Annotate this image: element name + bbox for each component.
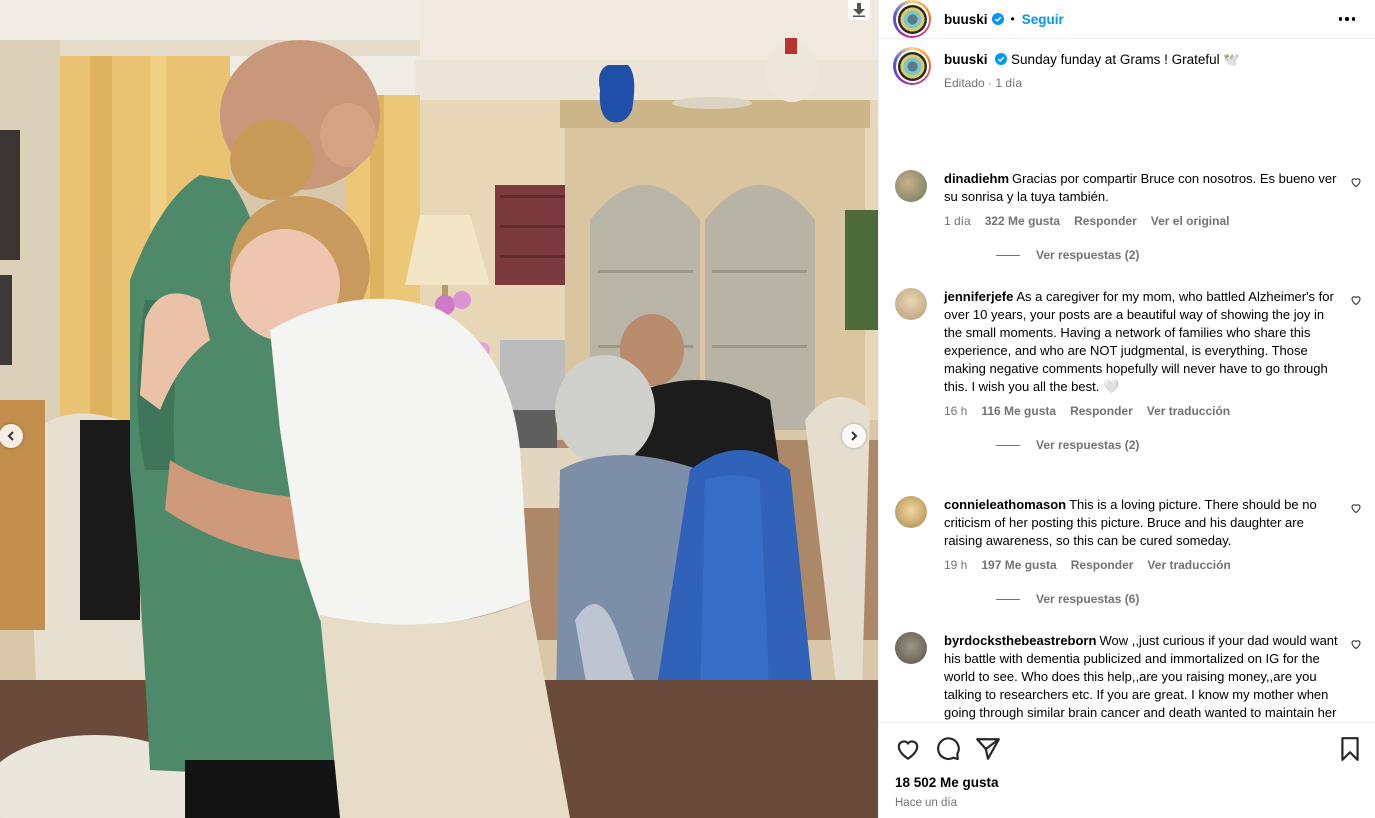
more-dots-icon bbox=[1338, 17, 1342, 21]
commenter-avatar[interactable] bbox=[895, 288, 927, 320]
separator-dot: • bbox=[1010, 12, 1015, 26]
post-footer: 18 502 Me gusta Hace un día bbox=[879, 722, 1375, 818]
post-header: buuski • Seguir bbox=[879, 0, 1375, 38]
comment-likes[interactable]: 322 Me gusta bbox=[985, 214, 1060, 228]
chevron-left-icon bbox=[7, 431, 14, 441]
comment-time[interactable]: 19 h bbox=[944, 558, 967, 572]
previous-photo-button[interactable] bbox=[0, 424, 23, 448]
caption-username[interactable]: buuski bbox=[944, 52, 988, 67]
caption-author-avatar[interactable] bbox=[893, 47, 931, 85]
heart-icon[interactable] bbox=[1350, 638, 1362, 650]
comment-icon[interactable] bbox=[935, 736, 961, 762]
post-details-panel: buuski • Seguir buuski Sunday funday at … bbox=[878, 0, 1375, 818]
see-original-button[interactable]: Ver el original bbox=[1151, 214, 1230, 228]
post-photo bbox=[0, 0, 878, 818]
author-username[interactable]: buuski bbox=[944, 12, 988, 27]
view-replies-button[interactable]: Ver respuestas (6) bbox=[996, 592, 1342, 606]
caption-text: Sunday funday at Grams ! Grateful 🕊️ bbox=[1011, 52, 1241, 67]
commenter-avatar[interactable] bbox=[895, 170, 927, 202]
follow-button[interactable]: Seguir bbox=[1022, 12, 1064, 27]
commenter-username[interactable]: connieleathomason bbox=[944, 497, 1066, 512]
heart-icon[interactable] bbox=[895, 736, 921, 762]
author-avatar[interactable] bbox=[893, 0, 931, 38]
commenter-username[interactable]: dinadiehm bbox=[944, 171, 1009, 186]
comments-scroll-area[interactable]: buuski Sunday funday at Grams ! Grateful… bbox=[879, 38, 1375, 722]
family-hug-photo bbox=[0, 0, 878, 818]
verified-badge-icon bbox=[991, 13, 1004, 25]
commenter-username[interactable]: byrdocksthebeastreborn bbox=[944, 633, 1096, 648]
bookmark-icon[interactable] bbox=[1337, 736, 1363, 762]
commenter-avatar[interactable] bbox=[895, 496, 927, 528]
see-translation-button[interactable]: Ver traducción bbox=[1147, 558, 1230, 572]
commenter-username[interactable]: jenniferjefe bbox=[944, 289, 1013, 304]
heart-icon[interactable] bbox=[1350, 502, 1362, 514]
commenter-avatar[interactable] bbox=[895, 632, 927, 664]
reply-button[interactable]: Responder bbox=[1071, 558, 1134, 572]
more-options-button[interactable] bbox=[1335, 13, 1360, 25]
verified-badge-icon bbox=[995, 53, 1008, 65]
post-timestamp[interactable]: Hace un día bbox=[895, 797, 1359, 809]
view-replies-button[interactable]: Ver respuestas (2) bbox=[996, 438, 1342, 452]
heart-icon[interactable] bbox=[1350, 176, 1362, 188]
caption-meta: Editado · 1 día bbox=[944, 76, 1023, 90]
comment: jenniferjefe As a caregiver for my mom, w… bbox=[895, 288, 1375, 452]
comment-likes[interactable]: 116 Me gusta bbox=[981, 404, 1056, 418]
reply-button[interactable]: Responder bbox=[1070, 404, 1133, 418]
comment: byrdocksthebeastreborn Wow ,,just curious… bbox=[895, 632, 1375, 722]
view-replies-button[interactable]: Ver respuestas (2) bbox=[996, 248, 1342, 262]
comment-time[interactable]: 1 día bbox=[944, 214, 971, 228]
download-arrow-icon bbox=[853, 3, 865, 17]
download-button[interactable] bbox=[848, 0, 870, 20]
comment: connieleathomason This is a loving pictur… bbox=[895, 496, 1375, 606]
comment-likes[interactable]: 197 Me gusta bbox=[981, 558, 1056, 572]
instagram-post-view: buuski • Seguir buuski Sunday funday at … bbox=[0, 0, 1375, 818]
comment-time[interactable]: 16 h bbox=[944, 404, 967, 418]
like-count[interactable]: 18 502 Me gusta bbox=[895, 775, 1359, 790]
next-photo-button[interactable] bbox=[842, 424, 866, 448]
chevron-right-icon bbox=[851, 431, 858, 441]
reply-button[interactable]: Responder bbox=[1074, 214, 1137, 228]
comment: dinadiehm Gracias por compartir Bruce con… bbox=[895, 170, 1375, 262]
heart-icon[interactable] bbox=[1350, 294, 1362, 306]
post-caption: buuski Sunday funday at Grams ! Grateful… bbox=[879, 39, 1375, 161]
action-bar bbox=[895, 723, 1359, 775]
paper-plane-icon[interactable] bbox=[975, 736, 1001, 762]
comment-text: As a caregiver for my mom, who battled A… bbox=[944, 289, 1334, 394]
see-translation-button[interactable]: Ver traducción bbox=[1147, 404, 1230, 418]
